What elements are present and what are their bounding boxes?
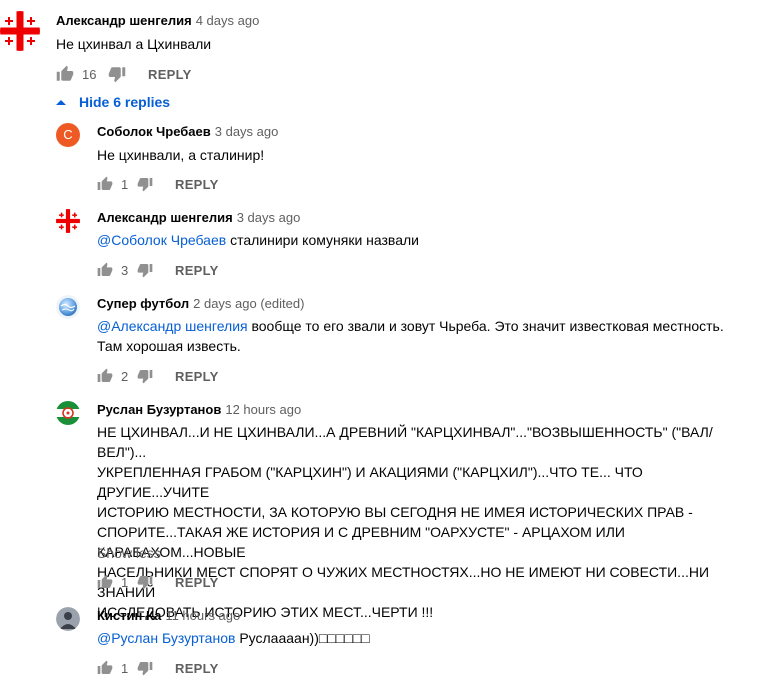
comment-body: сталинири комуняки назвали xyxy=(226,232,419,248)
reply-button[interactable]: REPLY xyxy=(175,661,219,676)
comment-time[interactable]: 12 hours ago xyxy=(225,402,301,417)
thumbs-up-icon[interactable] xyxy=(97,574,113,590)
comment-header: Руслан Бузуртанов 12 hours ago xyxy=(97,402,301,417)
reply-button[interactable]: REPLY xyxy=(175,575,219,590)
comment-time[interactable]: 3 days ago xyxy=(237,210,301,225)
avatar[interactable] xyxy=(56,401,80,425)
comment-time[interactable]: 11 hours ago xyxy=(165,608,240,623)
thumbs-up-icon[interactable] xyxy=(97,660,113,676)
comment-time[interactable]: 3 days ago xyxy=(215,124,279,139)
comment-body-line: ИСТОРИЮ МЕСТНОСТИ, ЗА КОТОРУЮ ВЫ СЕГОДНЯ… xyxy=(97,504,693,520)
author-name[interactable]: Супер футбол xyxy=(97,296,189,311)
caret-up-icon xyxy=(56,99,66,105)
comment-text: @Александр шенгелия вообще то его звали … xyxy=(97,316,757,356)
comment-body-line: вообще то его звали и зовут Чьреба. Это … xyxy=(247,318,724,334)
thumbs-up-icon[interactable] xyxy=(97,368,113,384)
comment-body-line: Там хорошая известь. xyxy=(97,338,241,354)
thumbs-down-icon[interactable] xyxy=(137,574,153,590)
comment-actions: 3 REPLY xyxy=(97,258,219,282)
thumbs-up-icon[interactable] xyxy=(56,65,74,83)
comment-header: Супер футбол 2 days ago (edited) xyxy=(97,296,304,311)
avatar[interactable] xyxy=(56,607,80,631)
reply-button[interactable]: REPLY xyxy=(148,67,192,82)
author-name[interactable]: Соболок Чребаев xyxy=(97,124,211,139)
comment-text: Не цхинвал а Цхинвали xyxy=(56,36,212,52)
comment-body-line: УКРЕПЛЕННАЯ ГРАБОМ ("КАРЦХИН") И АКАЦИЯМ… xyxy=(97,464,643,500)
thumbs-down-icon[interactable] xyxy=(108,65,126,83)
hide-replies-label: Hide 6 replies xyxy=(79,94,171,110)
comment-actions: 1 REPLY xyxy=(97,570,219,594)
comment-body: Руслаааан))□□□□□□ xyxy=(235,630,370,646)
comment-header: Александр шенгелия 4 days ago xyxy=(56,13,259,28)
thumbs-down-icon[interactable] xyxy=(137,262,153,278)
author-name[interactable]: Руслан Бузуртанов xyxy=(97,402,221,417)
comment-actions: 1 REPLY xyxy=(97,172,219,196)
avatar[interactable]: С xyxy=(56,123,80,147)
thumbs-down-icon[interactable] xyxy=(137,176,153,192)
thumbs-down-icon[interactable] xyxy=(137,660,153,676)
reply-button[interactable]: REPLY xyxy=(175,263,219,278)
comment-header: Кистин Ка 11 hours ago xyxy=(97,608,240,623)
comment-text: Не цхинвали, а сталинир! xyxy=(97,147,265,163)
hide-replies-button[interactable]: Hide 6 replies xyxy=(56,94,170,110)
comment-body-line: НЕ ЦХИНВАЛ...И НЕ ЦХИНВАЛИ...А ДРЕВНИЙ "… xyxy=(97,424,713,460)
avatar-letter: С xyxy=(63,127,73,142)
avatar[interactable] xyxy=(56,209,80,233)
mention-link[interactable]: @Руслан Бузуртанов xyxy=(97,630,235,646)
like-count: 1 xyxy=(121,176,129,192)
mention-link[interactable]: @Александр шенгелия xyxy=(97,318,248,334)
comment-text: @Руслан Бузуртанов Руслаааан))□□□□□□ xyxy=(97,628,370,648)
show-less-button[interactable]: Show less xyxy=(97,545,161,561)
comment-actions: 16 REPLY xyxy=(56,62,192,86)
comment-actions: 1 REPLY xyxy=(97,656,219,680)
comment-body-line: СПОРИТЕ...ТАКАЯ ЖЕ ИСТОРИЯ И С ДРЕВНИМ "… xyxy=(97,524,625,560)
like-count: 1 xyxy=(121,574,129,590)
thumbs-down-icon[interactable] xyxy=(137,368,153,384)
author-name[interactable]: Александр шенгелия xyxy=(56,13,192,28)
avatar[interactable] xyxy=(56,295,80,319)
like-count: 1 xyxy=(121,660,129,676)
comment-time[interactable]: 4 days ago xyxy=(196,13,260,28)
comment-time[interactable]: 2 days ago (edited) xyxy=(193,296,304,311)
thumbs-up-icon[interactable] xyxy=(97,262,113,278)
comment-actions: 2 REPLY xyxy=(97,364,219,388)
reply-button[interactable]: REPLY xyxy=(175,177,219,192)
avatar[interactable] xyxy=(0,11,40,51)
comment-header: Александр шенгелия 3 days ago xyxy=(97,210,300,225)
reply-button[interactable]: REPLY xyxy=(175,369,219,384)
like-count: 2 xyxy=(121,368,129,384)
like-count: 3 xyxy=(121,262,129,278)
author-name[interactable]: Александр шенгелия xyxy=(97,210,233,225)
thumbs-up-icon[interactable] xyxy=(97,176,113,192)
mention-link[interactable]: @Соболок Чребаев xyxy=(97,232,226,248)
author-name[interactable]: Кистин Ка xyxy=(97,608,161,623)
like-count: 16 xyxy=(82,66,97,82)
comment-header: Соболок Чребаев 3 days ago xyxy=(97,124,278,139)
comment-text: @Соболок Чребаев сталинири комуняки назв… xyxy=(97,230,419,250)
